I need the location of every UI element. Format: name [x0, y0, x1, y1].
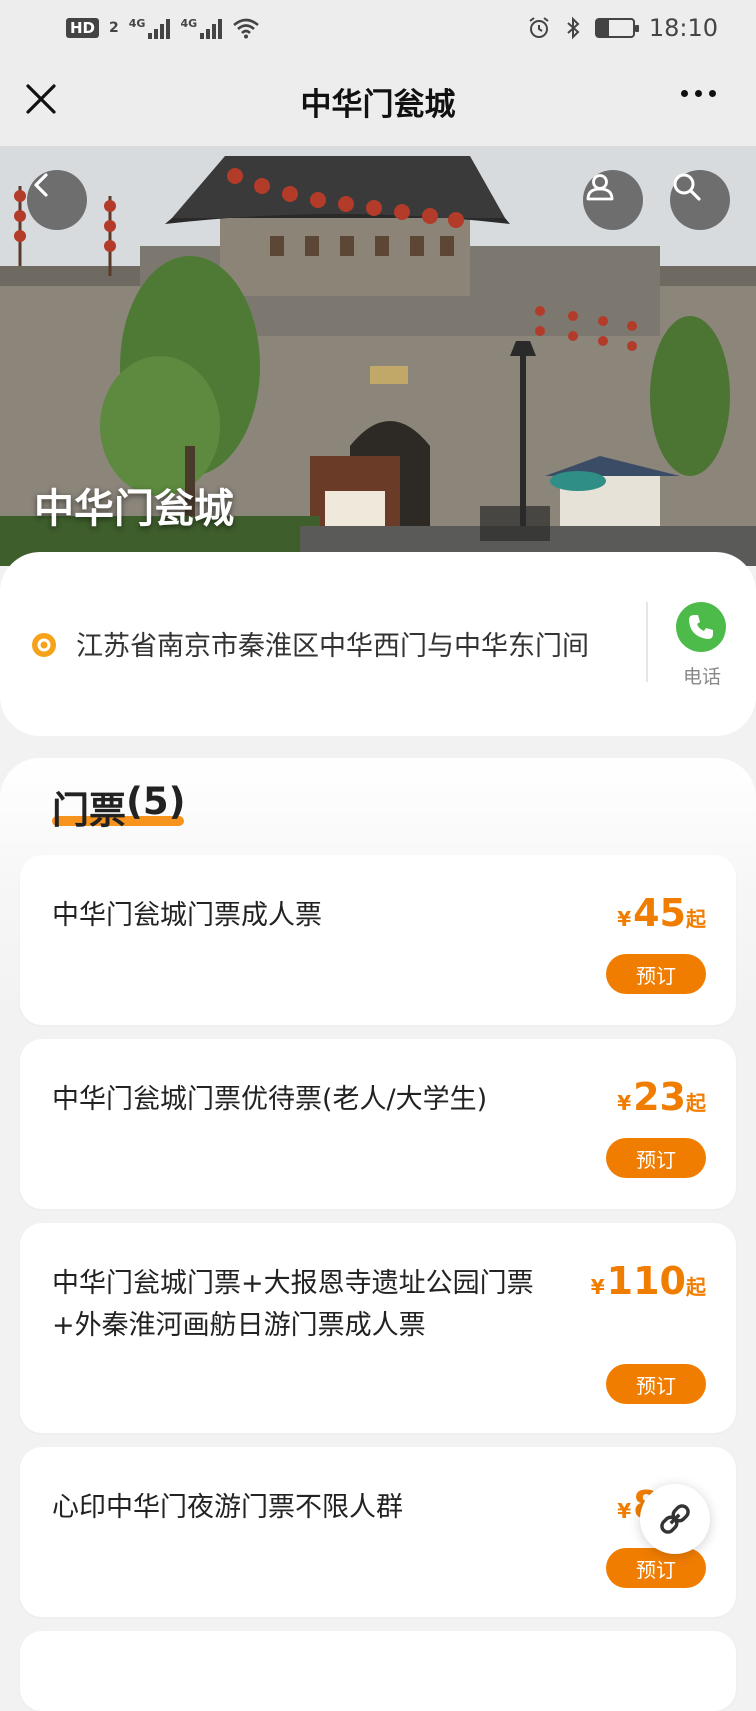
attraction-name: 中华门瓮城 — [34, 486, 234, 532]
ticket-card[interactable]: 中华门瓮城门票优待票(老人/大学生) ¥23 起 预订 — [20, 1039, 736, 1209]
battery-icon — [594, 18, 639, 38]
page-title: 中华门瓮城 — [300, 86, 456, 123]
signal-icon: 4G — [129, 17, 171, 39]
ticket-price: ¥23 起 — [617, 1075, 706, 1119]
top-nav-bar: 中华门瓮城 — [0, 56, 756, 146]
ticket-name: 心印中华门夜游门票不限人群 — [52, 1492, 403, 1523]
book-button[interactable]: 预订 — [606, 1364, 706, 1404]
divider — [646, 602, 648, 682]
phone-label: 电话 — [682, 666, 721, 688]
chevron-left-icon — [34, 173, 48, 197]
ticket-card[interactable]: 中华门瓮城门票成人票 ¥45 起 预订 — [20, 855, 736, 1025]
back-button[interactable] — [27, 170, 87, 230]
address-card: 江苏省南京市秦淮区中华西门与中华东门间 电话 — [0, 552, 756, 736]
user-icon — [586, 174, 614, 201]
ticket-price: ¥45 起 — [617, 891, 706, 935]
ticket-name: 中华门瓮城门票成人票 — [52, 900, 322, 931]
location-pin-icon — [32, 633, 56, 657]
more-options-icon[interactable] — [681, 90, 716, 97]
section-title-text: 门票 — [52, 789, 126, 832]
ticket-card[interactable]: 心印中华门夜游门票不限人群 ¥80起 预订 — [20, 1447, 736, 1617]
address-text[interactable]: 江苏省南京市秦淮区中华西门与中华东门间 — [76, 624, 589, 663]
ticket-count: (5) — [126, 780, 186, 823]
alarm-icon — [529, 17, 549, 38]
clock: 18:10 — [648, 14, 718, 42]
wifi-icon — [233, 18, 259, 39]
search-icon — [673, 173, 701, 201]
bluetooth-icon — [567, 16, 580, 40]
ticket-card[interactable]: 中华门瓮城门票+大报恩寺遗址公园门票+外秦淮河画舫日游门票成人票 ¥110 起 预… — [20, 1223, 736, 1433]
book-button[interactable]: 预订 — [606, 1548, 706, 1588]
signal-icon: 4G — [180, 17, 223, 39]
link-icon — [660, 1504, 690, 1534]
close-icon[interactable] — [20, 78, 64, 122]
ticket-price: ¥110 起 — [590, 1259, 706, 1303]
status-bar: HD 2 4G 4G 18:10 — [0, 0, 756, 56]
ticket-name: 中华门瓮城门票+大报恩寺遗址公园门票+外秦淮河画舫日游门票成人票 — [52, 1268, 534, 1341]
section-title: 门票 (5) — [52, 780, 186, 834]
ticket-card[interactable] — [20, 1631, 736, 1711]
phone-icon — [689, 615, 713, 639]
profile-button[interactable] — [583, 170, 643, 230]
share-link-button[interactable] — [640, 1484, 710, 1554]
phone-button[interactable] — [676, 602, 726, 652]
ticket-name: 中华门瓮城门票优待票(老人/大学生) — [52, 1084, 488, 1115]
book-button[interactable]: 预订 — [606, 954, 706, 994]
hd-icon: HD — [66, 18, 100, 38]
search-button[interactable] — [670, 170, 730, 230]
book-button[interactable]: 预订 — [606, 1138, 706, 1178]
hero-image: 中华门瓮城 — [0, 146, 756, 566]
sim-number: 2 — [109, 20, 119, 36]
